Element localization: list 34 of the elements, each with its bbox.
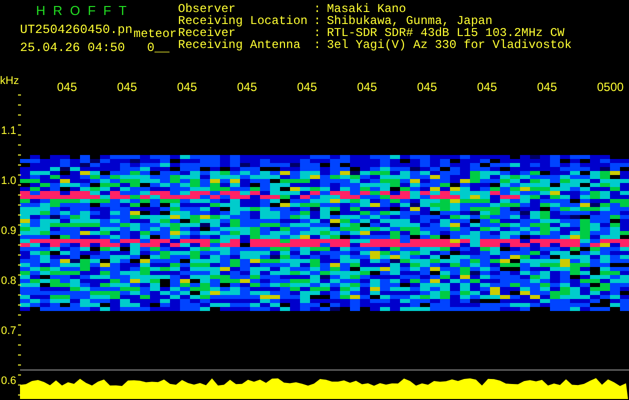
file-name: UT2504260450.pn — [20, 23, 133, 37]
colon-separator: : — [314, 15, 321, 27]
field-value: Masaki Kano — [326, 3, 408, 15]
time-label: 0500 — [597, 80, 624, 94]
mode-label: meteor — [134, 27, 177, 41]
time-label: 045 — [357, 80, 378, 94]
field-label: Observer — [178, 3, 236, 15]
field-label: Receiving Antenna — [178, 39, 302, 51]
field-label: Receiving Location — [178, 15, 308, 27]
unit-label: kHz — [0, 75, 19, 87]
time-label: 045 — [117, 80, 138, 94]
field-label: Receiver — [178, 27, 236, 39]
field-value: RTL-SDR SDR# 43dB L15 103.2MHz CW — [326, 27, 564, 39]
time-label: 045 — [537, 80, 558, 94]
frequency-label: 0.7 — [1, 325, 16, 337]
frequency-label: 1.1 — [1, 125, 16, 137]
time-label: 045 — [177, 80, 198, 94]
time-label: 045 — [237, 80, 258, 94]
colon-separator: : — [314, 3, 321, 15]
field-value: 3el Yagi(V) Az 330 for Vladivostok — [326, 39, 572, 51]
date-time: 25.04.26 04:50 — [20, 41, 126, 55]
time-label: 045 — [57, 80, 78, 94]
counter-label: 0__ — [147, 41, 170, 55]
colon-separator: : — [314, 39, 321, 51]
frequency-label: 1.0 — [1, 175, 16, 187]
time-label: 045 — [477, 80, 498, 94]
time-label: 045 — [297, 80, 318, 94]
time-label: 045 — [417, 80, 438, 94]
colon-separator: : — [314, 27, 321, 39]
app-title: H R O F F T — [36, 4, 129, 18]
frequency-label: 0.6 — [1, 375, 16, 387]
frequency-label: 0.9 — [1, 225, 16, 237]
frequency-label: 0.8 — [1, 275, 16, 287]
field-value: Shibukawa, Gunma, Japan — [326, 15, 494, 27]
